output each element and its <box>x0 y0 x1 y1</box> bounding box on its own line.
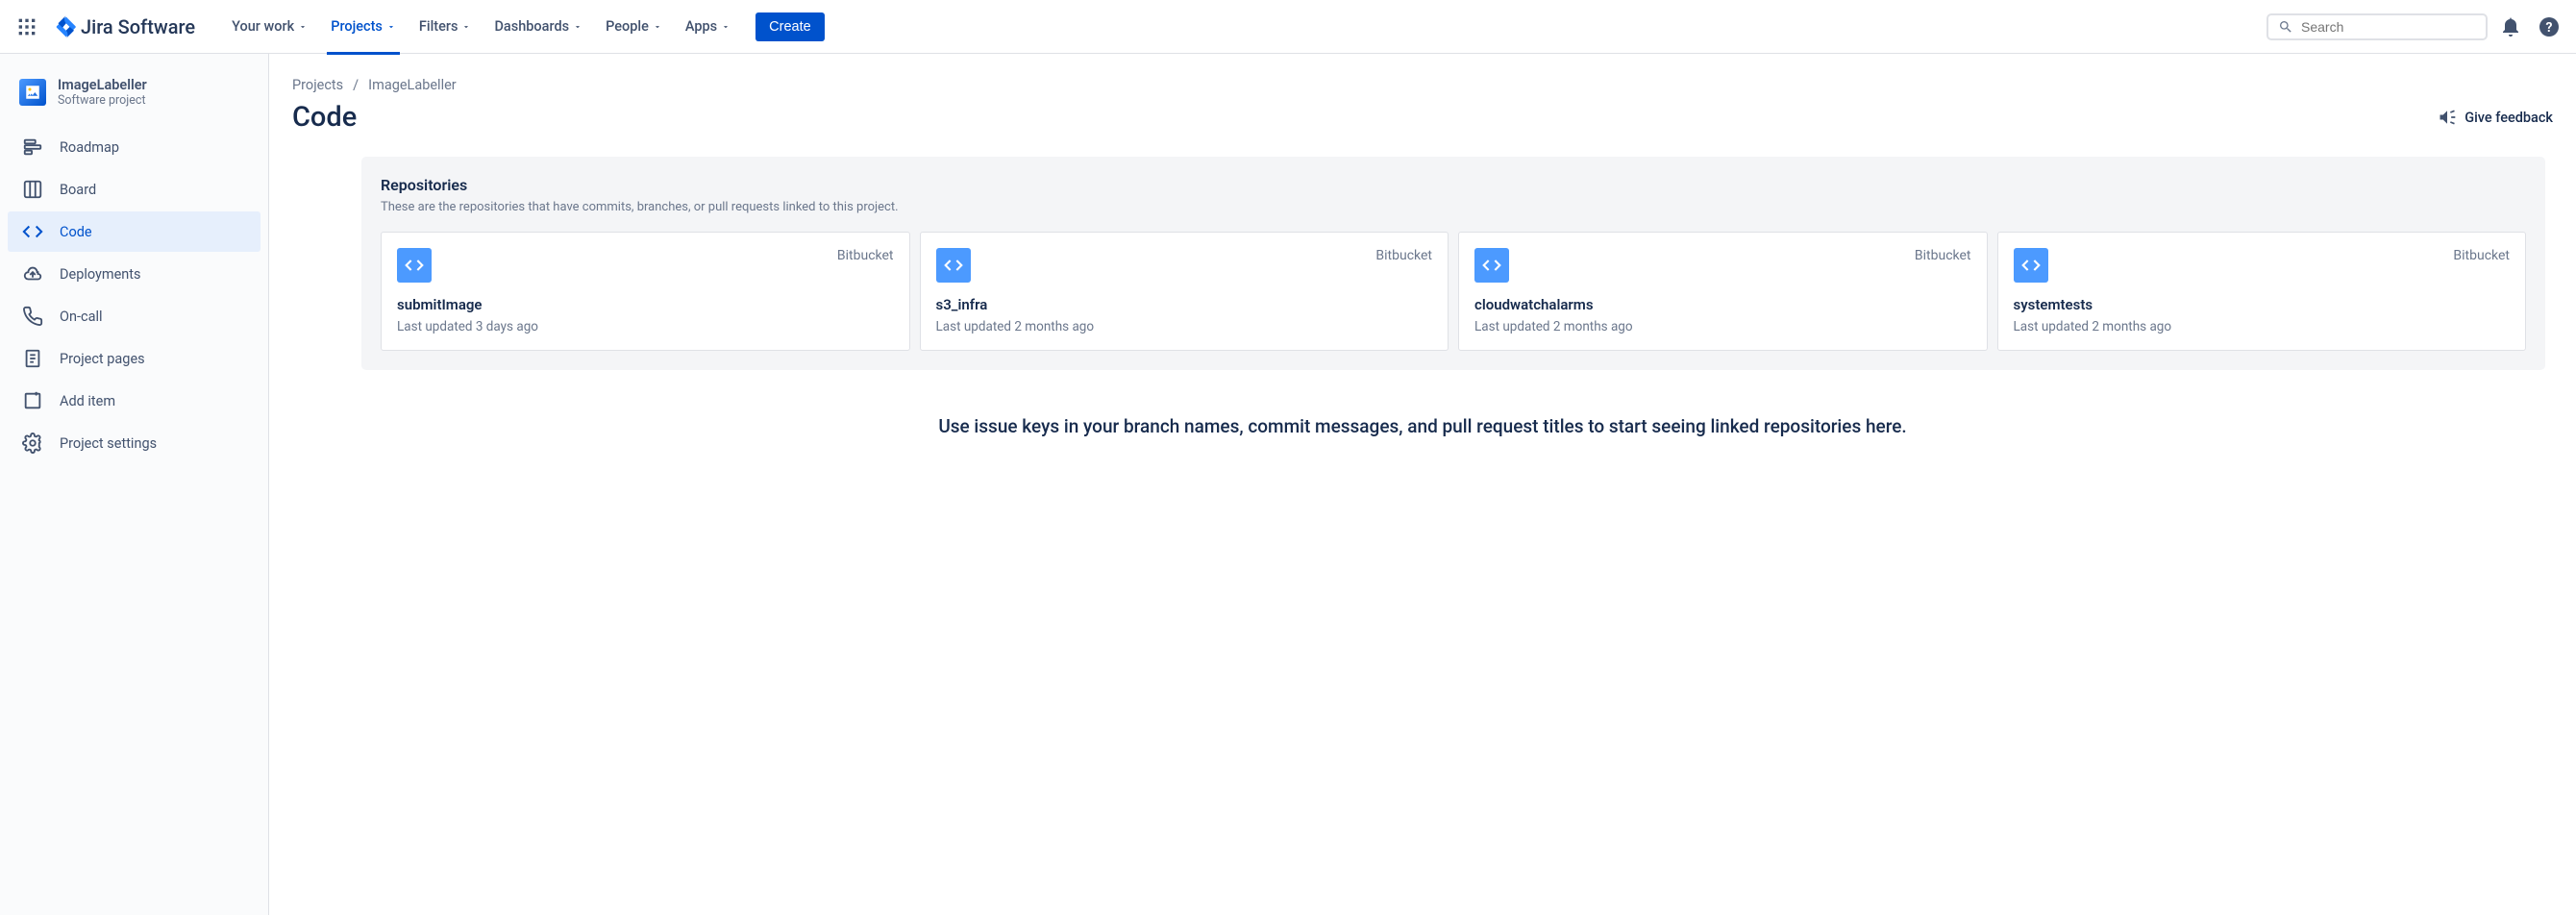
sidebar-item-label: Roadmap <box>60 139 119 156</box>
sidebar-item-label: Project settings <box>60 435 157 452</box>
repo-name: s3_infra <box>936 296 1433 313</box>
nav-filters[interactable]: Filters <box>409 12 482 40</box>
sidebar-item-label: Code <box>60 224 92 240</box>
sidebar: ImageLabeller Software project Roadmap B… <box>0 54 269 915</box>
sidebar-item-board[interactable]: Board <box>8 169 260 210</box>
sidebar-item-add-item[interactable]: Add item <box>8 381 260 421</box>
jira-icon <box>54 15 77 38</box>
code-icon <box>1474 248 1509 283</box>
repositories-panel: Repositories These are the repositories … <box>361 157 2545 370</box>
chevron-down-icon <box>573 22 582 32</box>
app-switcher-icon[interactable] <box>12 12 42 42</box>
chevron-down-icon <box>386 22 396 32</box>
code-icon <box>21 221 44 242</box>
svg-text:?: ? <box>2546 20 2553 36</box>
nav-your-work[interactable]: Your work <box>222 12 317 40</box>
repo-provider: Bitbucket <box>1915 248 1971 263</box>
sidebar-item-label: Project pages <box>60 351 145 367</box>
code-icon <box>2014 248 2048 283</box>
board-icon <box>21 179 44 200</box>
nav-projects[interactable]: Projects <box>321 12 406 40</box>
help-icon[interactable]: ? <box>2534 12 2564 42</box>
deployments-icon <box>21 263 44 284</box>
sidebar-item-code[interactable]: Code <box>8 211 260 252</box>
sidebar-item-label: Deployments <box>60 266 141 283</box>
notifications-icon[interactable] <box>2495 12 2526 42</box>
project-avatar <box>19 79 46 106</box>
hint-text: Use issue keys in your branch names, com… <box>292 412 2553 441</box>
code-icon <box>397 248 432 283</box>
panel-title: Repositories <box>381 176 2526 194</box>
on-call-icon <box>21 306 44 327</box>
repo-card[interactable]: Bitbucket cloudwatchalarms Last updated … <box>1458 232 1988 351</box>
project-header[interactable]: ImageLabeller Software project <box>8 73 260 127</box>
brand-text: Jira Software <box>81 15 195 38</box>
breadcrumb: Projects / ImageLabeller <box>292 77 2553 93</box>
panel-description: These are the repositories that have com… <box>381 200 2526 214</box>
code-icon <box>936 248 971 283</box>
project-name: ImageLabeller <box>58 77 147 93</box>
top-nav: Jira Software Your work Projects Filters… <box>0 0 2576 54</box>
repo-name: submitImage <box>397 296 894 313</box>
sidebar-item-label: Add item <box>60 393 115 409</box>
sidebar-item-roadmap[interactable]: Roadmap <box>8 127 260 167</box>
main-content: Projects / ImageLabeller Code Give feedb… <box>269 54 2576 915</box>
repo-updated: Last updated 3 days ago <box>397 319 894 334</box>
feedback-icon <box>2438 108 2457 127</box>
repo-updated: Last updated 2 months ago <box>1474 319 1971 334</box>
settings-icon <box>21 433 44 454</box>
chevron-down-icon <box>461 22 471 32</box>
chevron-down-icon <box>298 22 308 32</box>
create-button[interactable]: Create <box>755 12 825 41</box>
page-title: Code <box>292 101 357 134</box>
repo-card[interactable]: Bitbucket systemtests Last updated 2 mon… <box>1997 232 2527 351</box>
nav-items: Your work Projects Filters Dashboards Pe… <box>222 12 825 41</box>
nav-apps[interactable]: Apps <box>676 12 740 40</box>
sidebar-item-label: Board <box>60 182 96 198</box>
sidebar-item-on-call[interactable]: On-call <box>8 296 260 336</box>
repo-updated: Last updated 2 months ago <box>936 319 1433 334</box>
search-icon <box>2278 19 2293 35</box>
nav-people[interactable]: People <box>596 12 672 40</box>
breadcrumb-current[interactable]: ImageLabeller <box>368 77 457 93</box>
repo-provider: Bitbucket <box>1375 248 1432 263</box>
chevron-down-icon <box>721 22 731 32</box>
give-feedback-button[interactable]: Give feedback <box>2438 108 2553 127</box>
jira-logo[interactable]: Jira Software <box>46 15 203 38</box>
search-input[interactable] <box>2266 13 2488 40</box>
breadcrumb-separator: / <box>353 77 359 93</box>
repo-name: cloudwatchalarms <box>1474 296 1971 313</box>
project-subtitle: Software project <box>58 93 147 108</box>
sidebar-item-deployments[interactable]: Deployments <box>8 254 260 294</box>
repo-updated: Last updated 2 months ago <box>2014 319 2511 334</box>
nav-right: ? <box>2266 12 2564 42</box>
breadcrumb-root[interactable]: Projects <box>292 77 343 93</box>
nav-dashboards[interactable]: Dashboards <box>484 12 592 40</box>
add-item-icon <box>21 390 44 411</box>
repo-provider: Bitbucket <box>837 248 894 263</box>
chevron-down-icon <box>653 22 662 32</box>
sidebar-item-project-pages[interactable]: Project pages <box>8 338 260 379</box>
repo-card[interactable]: Bitbucket s3_infra Last updated 2 months… <box>920 232 1449 351</box>
sidebar-item-project-settings[interactable]: Project settings <box>8 423 260 463</box>
roadmap-icon <box>21 136 44 158</box>
repo-provider: Bitbucket <box>2453 248 2510 263</box>
pages-icon <box>21 348 44 369</box>
sidebar-item-label: On-call <box>60 309 103 325</box>
repo-card[interactable]: Bitbucket submitImage Last updated 3 day… <box>381 232 910 351</box>
repo-name: systemtests <box>2014 296 2511 313</box>
search-field[interactable] <box>2301 19 2476 35</box>
